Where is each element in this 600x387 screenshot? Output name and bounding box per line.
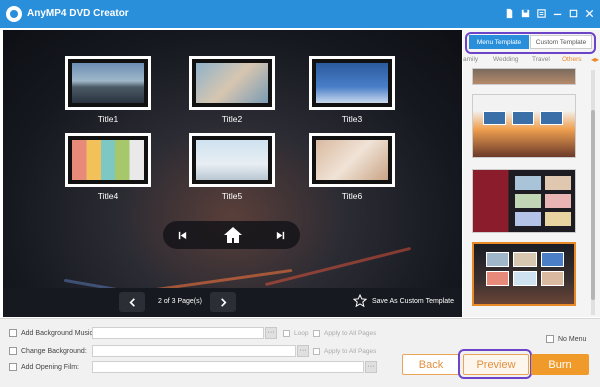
chevron-left-icon (128, 297, 135, 307)
background-image-field[interactable] (92, 345, 296, 357)
title1-thumbnail[interactable] (65, 56, 151, 110)
template-item[interactable] (472, 169, 576, 233)
title1-label[interactable]: Title1 (65, 114, 151, 124)
title5-thumbnail[interactable] (189, 133, 275, 187)
title-bar: AnyMP4 DVD Creator (0, 0, 600, 28)
save-as-custom-template-label: Save As Custom Template (372, 297, 454, 305)
title6-label[interactable]: Title6 (309, 191, 395, 201)
window-controls (503, 6, 596, 20)
loop-checkbox[interactable] (283, 329, 290, 337)
opening-film-field[interactable] (92, 361, 364, 373)
previous-chapter-icon[interactable] (173, 226, 191, 244)
background-music-field[interactable] (92, 327, 264, 339)
category-strip: amily Wedding Travel Others ◂▸ (463, 55, 600, 67)
menu-preview-canvas: Title1 Title2 Title3 Title4 Title5 Title… (3, 30, 462, 317)
add-background-music-label: Add Background Music: (21, 329, 95, 337)
menu-icon[interactable] (535, 6, 548, 20)
close-icon[interactable] (583, 6, 596, 20)
title3-thumbnail[interactable] (309, 56, 395, 110)
previous-page-button[interactable] (119, 292, 145, 312)
page-navigation-bar: 2 of 3 Page(s) Save As Custom Template (3, 288, 462, 317)
title4-thumbnail[interactable] (65, 133, 151, 187)
add-background-music-checkbox[interactable] (9, 329, 17, 337)
back-button[interactable]: Back (402, 354, 460, 375)
next-chapter-icon[interactable] (271, 226, 289, 244)
browse-opening-film-button[interactable]: ··· (365, 361, 377, 373)
preview-highlight (458, 349, 532, 379)
scrollbar-thumb[interactable] (591, 110, 595, 300)
add-opening-film-checkbox[interactable] (9, 363, 17, 371)
no-menu-checkbox[interactable] (546, 335, 554, 343)
browse-music-button[interactable]: ··· (265, 327, 277, 339)
apply-all-pages-music-label: Apply to All Pages (324, 329, 377, 337)
apply-all-pages-music-checkbox[interactable] (313, 329, 320, 337)
home-icon[interactable] (222, 224, 244, 246)
loop-option[interactable]: Loop (283, 327, 308, 339)
app-logo-icon (6, 6, 22, 22)
bottom-options-panel: Add Background Music: ··· Loop Apply to … (0, 318, 600, 387)
add-opening-film-option[interactable]: Add Opening Film: (9, 361, 79, 373)
title3-label[interactable]: Title3 (309, 114, 395, 124)
save-as-custom-template-button[interactable]: Save As Custom Template (353, 294, 454, 308)
category-family[interactable]: amily (463, 56, 478, 63)
minimize-icon[interactable] (551, 6, 564, 20)
category-wedding[interactable]: Wedding (493, 56, 519, 63)
template-panel: Menu Template Custom Template amily Wedd… (463, 30, 600, 317)
chevron-right-icon (220, 297, 227, 307)
no-menu-label: No Menu (558, 335, 587, 343)
title4-label[interactable]: Title4 (65, 191, 151, 201)
burn-button[interactable]: Burn (531, 354, 589, 375)
template-item[interactable] (472, 68, 576, 85)
loop-label: Loop (294, 329, 309, 337)
change-background-label: Change Background: (21, 347, 87, 355)
template-scrollbar[interactable] (591, 70, 595, 315)
apply-all-pages-background-option[interactable]: Apply to All Pages (313, 345, 376, 357)
apply-all-pages-background-label: Apply to All Pages (324, 347, 377, 355)
apply-all-pages-background-checkbox[interactable] (313, 347, 320, 355)
star-icon (353, 294, 367, 308)
category-others[interactable]: Others (562, 56, 582, 63)
save-icon[interactable] (519, 6, 532, 20)
title5-label[interactable]: Title5 (189, 191, 275, 201)
no-menu-option[interactable]: No Menu (546, 335, 586, 343)
add-opening-film-label: Add Opening Film: (21, 363, 79, 371)
tab-menu-template[interactable]: Menu Template (469, 35, 529, 49)
add-background-music-option[interactable]: Add Background Music: (9, 327, 95, 339)
change-background-option[interactable]: Change Background: (9, 345, 87, 357)
category-travel[interactable]: Travel (532, 56, 550, 63)
restore-icon[interactable] (567, 6, 580, 20)
chevron-right-icon[interactable]: ◂▸ (591, 55, 599, 65)
browse-background-button[interactable]: ··· (297, 345, 309, 357)
title2-thumbnail[interactable] (189, 56, 275, 110)
light-streak (264, 246, 412, 287)
template-item[interactable] (472, 94, 576, 158)
app-title: AnyMP4 DVD Creator (27, 8, 129, 19)
title6-thumbnail[interactable] (309, 133, 395, 187)
doc-icon[interactable] (503, 6, 516, 20)
title2-label[interactable]: Title2 (189, 114, 275, 124)
next-page-button[interactable] (210, 292, 236, 312)
apply-all-pages-music-option[interactable]: Apply to All Pages (313, 327, 376, 339)
menu-navigation-bar (163, 221, 300, 249)
page-indicator: 2 of 3 Page(s) (158, 298, 202, 305)
template-item-selected[interactable] (472, 242, 576, 306)
tab-custom-template[interactable]: Custom Template (530, 35, 592, 49)
change-background-checkbox[interactable] (9, 347, 17, 355)
